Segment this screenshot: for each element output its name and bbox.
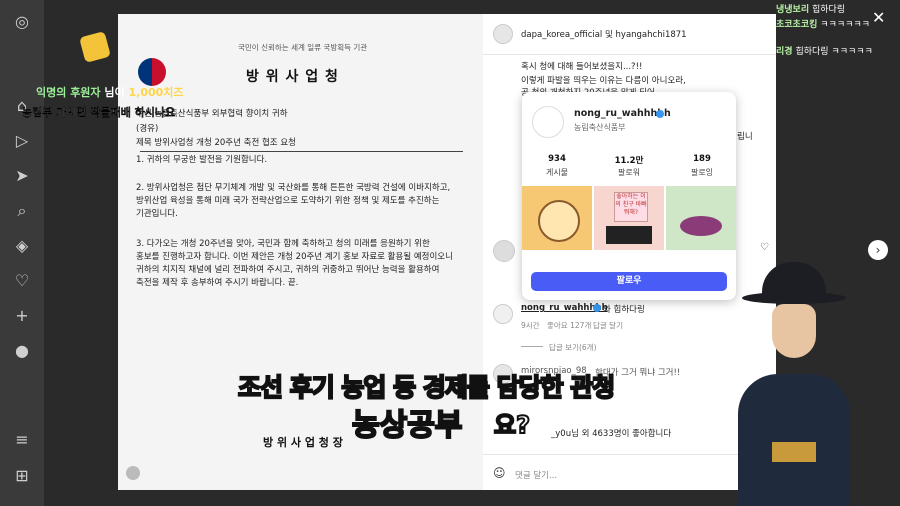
donation-message: 농림부 가시면 작물재배 하시나요	[22, 106, 176, 119]
donation-alert: 익명의 후원자 님이 1,000치즈	[36, 86, 184, 99]
search-icon[interactable]: ⌕	[12, 201, 32, 221]
streamer-avatar	[728, 262, 860, 506]
side-nav: ◎ ⌂ ▷ ➤ ⌕ ◈ ♡ + ● ≡ ⊞	[0, 0, 44, 506]
author-avatar[interactable]	[493, 24, 513, 44]
doc-divider	[140, 151, 463, 152]
next-post-button[interactable]: ›	[868, 240, 888, 260]
doc-via: (경유)	[136, 124, 159, 134]
comment-text: 와 힙하다링	[603, 305, 645, 315]
chat-message: 초코초코킹 ㅋㅋㅋㅋㅋㅋ	[776, 20, 870, 30]
subtitle-line1: 조선 후기 농업 등 경제를 담당한 관청	[237, 372, 616, 403]
posts-label: 게시물	[545, 168, 569, 177]
caption-line: 이렇게 파발을 띄우는 이유는 다름이 아니오라,	[521, 76, 686, 86]
post-thumbnail[interactable]: 좋아하는 이의 친구 바빠 뭐해?	[594, 186, 664, 250]
cheese-icon	[79, 31, 111, 63]
followers-label[interactable]: 팔로워	[599, 167, 659, 178]
emoji-icon[interactable]: ☺	[493, 466, 506, 480]
post-header[interactable]: dapa_korea_official 및 hyangahchi1871	[521, 28, 687, 40]
posts-count: 934	[548, 154, 566, 164]
view-replies[interactable]: 답글 보기(6개)	[549, 342, 597, 353]
doc-p3-1: 3. 다가오는 개청 20주년을 맞아, 국민과 함께 축하하고 청의 미래를 …	[136, 239, 430, 249]
doc-p1: 1. 귀하의 무궁한 발전을 기원합니다.	[136, 155, 268, 165]
commenter-avatar[interactable]	[493, 240, 515, 262]
verified-icon	[656, 110, 664, 118]
post-thumbnail[interactable]	[522, 186, 592, 250]
doc-signature: 방 위 사 업 청 장	[263, 436, 343, 449]
face	[772, 304, 816, 358]
subtitle-line2: 농상공부	[351, 407, 463, 444]
comment-likes[interactable]: 좋아요 127개	[547, 320, 591, 331]
create-icon[interactable]: +	[12, 306, 32, 326]
doc-p2-2: 방위산업 육성을 통해 미래 국가 전략산업으로 도약하기 위한 정책 및 제도…	[136, 196, 440, 206]
government-logo	[138, 58, 166, 86]
doc-p3-2: 홍보를 진행하고자 합니다. 이번 제안은 개청 20주년 계기 홍보 자료로 …	[136, 252, 453, 262]
caption-line: 혹시 청에 대해 들어보셨을지...?!!	[521, 62, 643, 72]
profile-icon[interactable]	[126, 466, 140, 480]
doc-motto: 국민이 신뢰하는 세계 일류 국방획득 기관	[238, 43, 368, 52]
thumbnail-note: 좋아하는 이의 친구 바빠 뭐해?	[614, 192, 648, 222]
followers-count[interactable]: 11.2만	[599, 154, 659, 166]
chat-message: 리경 힙하다링 ㅋㅋㅋㅋㅋ	[776, 47, 873, 57]
instagram-icon[interactable]: ◎	[12, 12, 32, 32]
post-thumbnail[interactable]	[666, 186, 736, 250]
doc-p2-1: 2. 방위사업청은 첨단 무기체계 개발 및 국산화를 통해 튼튼한 국방력 건…	[136, 183, 451, 193]
rank-badge	[772, 442, 816, 462]
notifications-icon[interactable]: ♡	[12, 271, 32, 291]
robe	[738, 374, 850, 506]
close-icon[interactable]: ✕	[872, 8, 885, 27]
chat-message: 냉냉보리 힙하다링	[776, 5, 846, 15]
follow-button[interactable]: 팔로우	[531, 272, 727, 291]
threads-icon[interactable]: ⊞	[12, 466, 32, 486]
vegetable-plate	[680, 216, 722, 236]
comment-time: 9시간	[521, 321, 540, 330]
messages-icon[interactable]: ➤	[12, 166, 32, 186]
commenter-avatar[interactable]	[493, 304, 513, 324]
caption-line: 립니	[737, 132, 753, 142]
doc-subject: 제목 방위사업청 개청 20주년 축전 협조 요청	[136, 138, 296, 148]
explore-icon[interactable]: ◈	[12, 236, 32, 256]
doc-p3-4: 축전을 제작 후 송부하여 주시기 바랍니다. 끝.	[136, 278, 299, 288]
reply-button[interactable]: 답글 달기	[593, 320, 623, 331]
mascot-face	[538, 200, 580, 242]
doc-p3-3: 귀하의 치지직 채널에 널리 전파하여 주시고, 귀하의 귀중하고 뛰어난 능력…	[136, 265, 440, 275]
following-count[interactable]: 189	[672, 154, 732, 164]
like-icon[interactable]: ♡	[760, 242, 769, 253]
monitor	[606, 226, 652, 244]
doc-p2-3: 기관입니다.	[136, 209, 178, 219]
following-label[interactable]: 팔로잉	[672, 167, 732, 178]
doc-title: 방 위 사 업 청	[246, 69, 339, 85]
doc-recipient: 수신 농림축산식품부 외부협력 향이치 귀하	[136, 109, 288, 119]
likes-summary[interactable]: _y0u님 외 4633명이 좋아합니다	[551, 427, 671, 439]
subtitle-line2-suffix: 요?	[493, 410, 531, 440]
divider	[483, 54, 776, 55]
verified-icon	[593, 304, 601, 312]
hat-brim	[742, 292, 846, 304]
add-comment-input[interactable]: 댓글 달기...	[515, 469, 557, 481]
reels-icon[interactable]: ▷	[12, 131, 32, 151]
replies-line	[521, 346, 543, 347]
card-avatar[interactable]	[532, 106, 564, 138]
more-icon[interactable]: ≡	[12, 430, 32, 450]
card-fullname: 농림축산식품부	[574, 123, 626, 132]
profile-icon[interactable]: ●	[12, 341, 32, 361]
profile-hover-card: nong_ru_wahhhhh 농림축산식품부 934 게시물 11.2만 팔로…	[522, 92, 736, 300]
